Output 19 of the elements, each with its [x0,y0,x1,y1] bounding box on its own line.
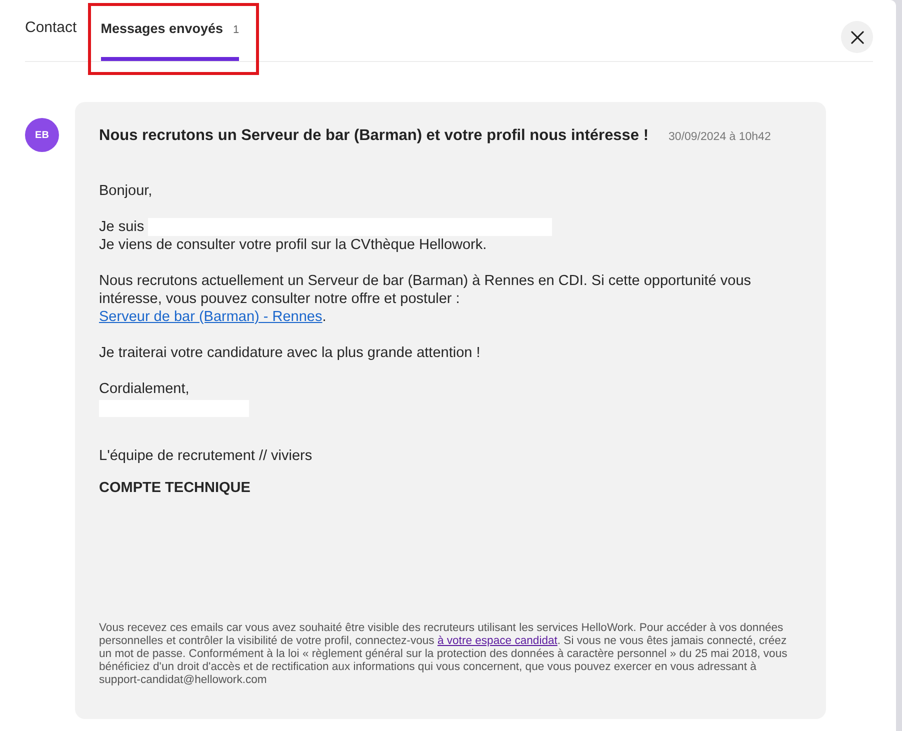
legal-notice: Vous recevez ces emails car vous avez souhaité être visible des recruteurs utilisant les services HelloWork. Pour accéder à vos données personnelles et contrôler la visibilité de votre profil, connectez-vous à votre espace candidat. Si vous ne vous êtes jamais connecté, créez un mot de passe. Conformément à la loi « règlement général sur la protection des données à caractère personnel » du 25 mai 2018, vous bénéficiez d'un droit d'accès et de rectification aux informations qui vous concernent, que vous pouvez exercer en vous adressant à support-candidat@hellowork.com [99,622,788,687]
message-text: Bonjour, [99,182,154,200]
job-offer-link[interactable]: Serveur de bar (Barman) - Rennes [99,309,322,325]
message-text: L'équipe de recrutement // viviers [99,447,314,465]
company-name: COMPTE TECHNIQUE [99,479,252,497]
message-title: Nous recrutons un Serveur de bar (Barman) et votre profil nous intéresse ! [99,127,649,145]
message-text: Cordialement, [99,380,190,398]
message-date: 30/09/2024 à 10h42 [668,131,771,143]
message-text: Je suis [99,218,144,236]
tab[interactable]: Messages envoyés 1 [100,0,240,61]
message-text: Je viens de consulter votre profil sur la CVthèque Hellowork. [99,236,488,254]
candidate-space-link[interactable]: à votre espace candidat [437,635,558,647]
message-paragraph: Nous recrutons actuellement un Serveur de bar (Barman) à Rennes en CDI. Si cette opportunité vous intéresse, vous pouvez consulter notre offre et postuler : Serveur de bar (Barman) - Rennes. [99,272,752,326]
message-count: 1 [233,24,240,36]
message-text: Je traiterai votre candidature avec la plus grande attention ! [99,344,482,362]
sender-avatar: EB [25,118,59,152]
close-icon [850,30,864,44]
close-button[interactable] [841,21,873,53]
tab[interactable]: Contact [25,0,77,62]
